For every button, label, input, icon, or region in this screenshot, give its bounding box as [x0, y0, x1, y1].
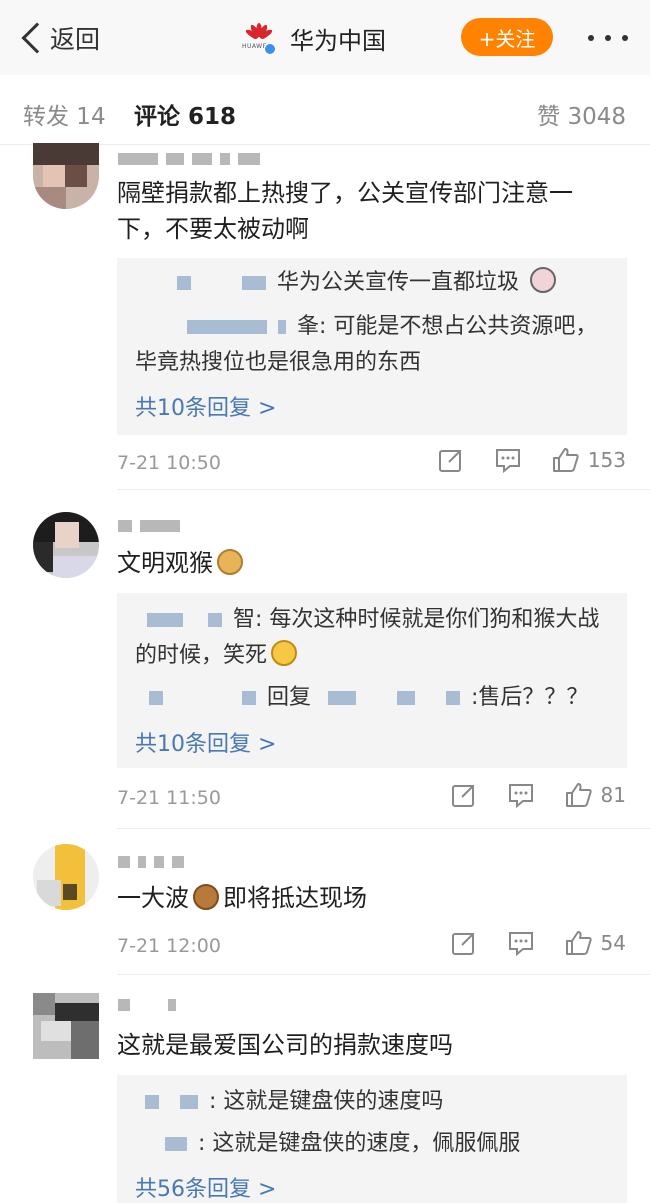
like-icon — [565, 931, 592, 955]
tab-bar: 转发 14 评论 618 赞 3048 — [0, 75, 650, 145]
comment-icon — [508, 784, 533, 808]
more-replies-link[interactable]: 共10条回复 > — [135, 726, 276, 758]
follow-button[interactable]: +关注 — [461, 18, 553, 56]
doge-emoji-icon — [217, 549, 243, 575]
comment-timestamp: 7-21 12:00 — [117, 935, 221, 957]
comment-item: 文明观猴 智: 每次这种时候就是你们狗和猴大战 的时候，笑死 回复 :售后？？？… — [0, 490, 650, 830]
username-blurred — [118, 153, 260, 167]
more-replies-link[interactable]: 共56条回复 > — [135, 1171, 276, 1203]
share-icon — [451, 933, 474, 955]
like-count: 153 — [587, 448, 626, 472]
reply-button[interactable] — [507, 930, 535, 956]
comment-icon — [495, 449, 520, 473]
comment-actions: 153 — [438, 447, 626, 473]
reply-line-continued: 的时候，笑死 — [135, 639, 298, 673]
more-dots-icon[interactable] — [588, 26, 628, 50]
comment-timestamp: 7-21 11:50 — [117, 787, 221, 809]
like-icon — [552, 448, 579, 472]
tab-repost[interactable]: 转发 14 — [23, 97, 106, 131]
reply-box[interactable]: 华为公关宣传一直都垃圾 夆: 可能是不想占公共资源吧， 毕竟热搜位也是很急用的东… — [117, 258, 627, 435]
comment-item: 隔壁捐款都上热搜了，公关宣传部门注意一下，不要太被动啊 华为公关宣传一直都垃圾 … — [0, 143, 650, 490]
avatar[interactable] — [33, 143, 99, 209]
share-button[interactable] — [451, 930, 477, 956]
comment-item: 一大波 即将抵达现场 7-21 12:00 54 — [0, 830, 650, 975]
laughing-emoji-icon — [271, 640, 298, 666]
like-icon — [565, 783, 592, 807]
back-button[interactable]: 返回 — [18, 18, 100, 58]
like-count: 54 — [600, 931, 626, 955]
shocked-emoji-icon — [530, 267, 557, 293]
comment-actions: 81 — [451, 782, 626, 808]
username-blurred — [118, 856, 184, 870]
monkey-emoji-icon — [193, 884, 219, 910]
avatar[interactable] — [33, 844, 99, 910]
reply-line: : 这就是键盘侠的速度，佩服佩服 — [135, 1127, 520, 1161]
reply-line: 回复 :售后？？？ — [135, 681, 588, 715]
reply-line-continued: 毕竟热搜位也是很急用的东西 — [135, 350, 422, 375]
tab-comments[interactable]: 评论 618 — [134, 97, 236, 131]
comment-text: 一大波 即将抵达现场 — [117, 884, 367, 912]
reply-box[interactable]: 智: 每次这种时候就是你们狗和猴大战 的时候，笑死 回复 :售后？？？ 共10条… — [117, 593, 627, 768]
like-button[interactable]: 153 — [552, 447, 626, 473]
divider — [117, 828, 650, 829]
comment-item: 这就是最爱国公司的捐款速度吗 : 这就是键盘侠的速度吗 : 这就是键盘侠的速度，… — [0, 975, 650, 1203]
like-button[interactable]: 81 — [565, 782, 626, 808]
back-chevron-icon — [21, 22, 53, 54]
account-title[interactable]: HUAWEI 华为中国 — [242, 18, 386, 58]
username-blurred — [118, 520, 180, 534]
account-name: 华为中国 — [290, 26, 386, 55]
reply-button[interactable] — [494, 447, 522, 473]
comment-actions: 54 — [451, 930, 626, 956]
back-label: 返回 — [50, 25, 101, 54]
comment-timestamp: 7-21 10:50 — [117, 452, 221, 474]
tab-likes[interactable]: 赞 3048 — [537, 97, 626, 131]
more-replies-link[interactable]: 共10条回复 > — [135, 390, 276, 422]
share-button[interactable] — [438, 447, 464, 473]
verified-badge-icon — [264, 43, 276, 55]
reply-line: 华为公关宣传一直都垃圾 — [135, 266, 557, 300]
reply-line: : 这就是键盘侠的速度吗 — [135, 1085, 443, 1119]
reply-line: 夆: 可能是不想占公共资源吧， — [135, 310, 597, 344]
comment-text: 文明观猴 — [117, 545, 617, 581]
reply-line: 智: 每次这种时候就是你们狗和猴大战 — [135, 603, 599, 637]
like-button[interactable]: 54 — [565, 930, 626, 956]
like-count: 81 — [600, 783, 626, 807]
comment-text: 这就是最爱国公司的捐款速度吗 — [117, 1031, 453, 1059]
comment-text: 隔壁捐款都上热搜了，公关宣传部门注意一下，不要太被动啊 — [117, 179, 573, 243]
reply-button[interactable] — [507, 782, 535, 808]
username-blurred — [118, 999, 176, 1013]
avatar[interactable] — [33, 512, 99, 578]
reply-box[interactable]: : 这就是键盘侠的速度吗 : 这就是键盘侠的速度，佩服佩服 共56条回复 > — [117, 1075, 627, 1203]
top-navigation-bar: 返回 HUAWEI 华为中国 +关注 — [0, 0, 650, 75]
avatar[interactable] — [33, 993, 99, 1059]
share-button[interactable] — [451, 782, 477, 808]
share-icon — [451, 785, 474, 807]
share-icon — [438, 450, 461, 472]
huawei-logo-icon: HUAWEI — [242, 21, 276, 55]
comment-icon — [508, 932, 533, 956]
